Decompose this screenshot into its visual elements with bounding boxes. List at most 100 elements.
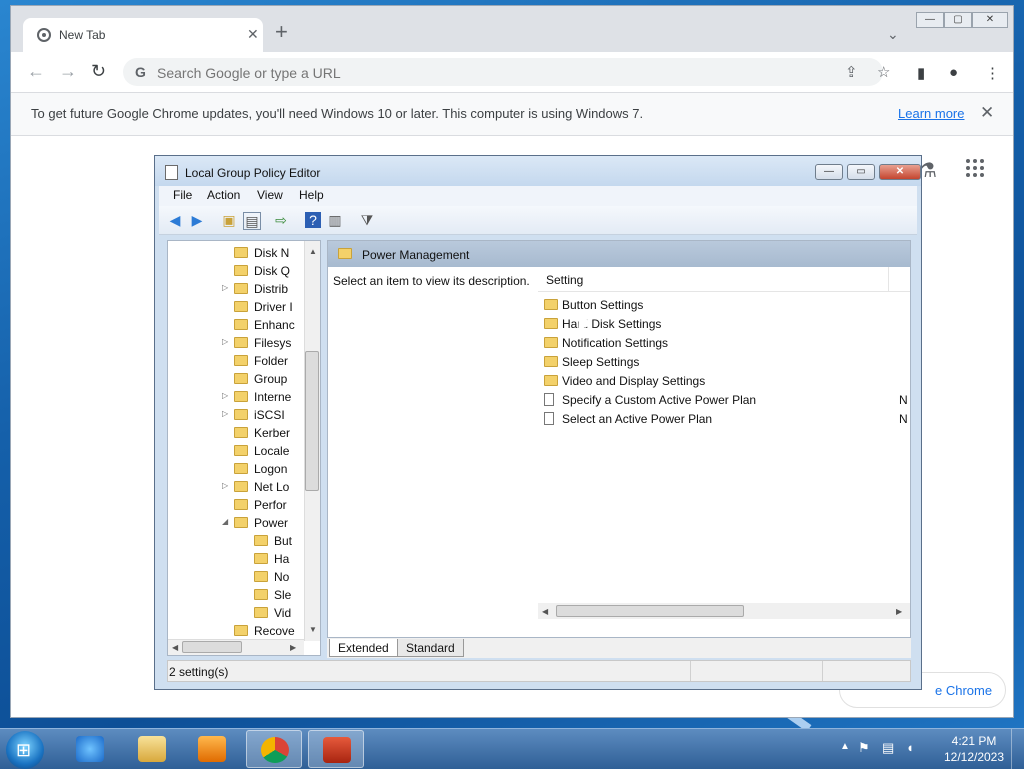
tab-search-chevron-icon[interactable]: ⌄ xyxy=(887,26,899,43)
tree-scroll-down-icon[interactable]: ▼ xyxy=(309,625,317,634)
forward-arrow-icon[interactable]: → xyxy=(59,61,77,82)
side-panel-icon[interactable]: ▮ xyxy=(917,64,925,82)
folder-icon xyxy=(234,427,248,438)
gpe-app-icon xyxy=(165,165,178,180)
share-icon[interactable]: ⇪ xyxy=(845,63,858,81)
setting-row[interactable]: Video and Display Settings xyxy=(538,371,910,390)
back-icon[interactable]: ◀ xyxy=(167,212,183,228)
setting-row[interactable]: Notification Settings xyxy=(538,333,910,352)
gpe-close-button[interactable]: ✕ xyxy=(879,164,921,180)
export-list-icon[interactable]: ⇨ xyxy=(273,212,289,228)
detail-header-title: Power Management xyxy=(362,248,470,262)
tree-node-label: No xyxy=(274,570,290,584)
learn-more-link[interactable]: Learn more xyxy=(898,106,964,121)
gpe-titlebar[interactable]: Local Group Policy Editor — ▭ ✕ xyxy=(155,156,921,186)
file-explorer-icon xyxy=(138,736,166,762)
view-tabs: Extended Standard xyxy=(327,638,911,658)
expand-arrow-icon[interactable]: ◢ xyxy=(222,517,228,526)
restore-button[interactable]: ▢ xyxy=(944,12,972,28)
infobar-close-icon[interactable]: ✕ xyxy=(980,103,994,123)
tree-scroll-right-icon[interactable]: ▶ xyxy=(290,643,296,652)
taskbar-chrome[interactable] xyxy=(246,730,302,768)
tab-new-tab[interactable]: New Tab ✕ xyxy=(23,18,263,52)
setting-row[interactable]: Hard Disk Settings xyxy=(538,314,910,333)
start-button[interactable]: ⊞ xyxy=(6,731,44,769)
minimize-button[interactable]: — xyxy=(916,12,944,28)
expand-arrow-icon[interactable]: ▷ xyxy=(222,337,228,346)
profile-avatar-icon[interactable]: ● xyxy=(949,64,958,81)
folder-icon xyxy=(234,391,248,402)
taskbar-explorer[interactable] xyxy=(124,730,180,768)
kebab-menu-icon[interactable]: ⋮ xyxy=(985,64,1000,82)
taskbar-group-policy-editor[interactable] xyxy=(308,730,364,768)
google-apps-icon[interactable] xyxy=(966,159,984,177)
expand-arrow-icon[interactable]: ▷ xyxy=(222,481,228,490)
setting-state: N xyxy=(899,412,908,426)
expand-arrow-icon[interactable]: ▷ xyxy=(222,391,228,400)
properties-icon[interactable]: ▥ xyxy=(327,212,343,228)
list-scroll-left-icon[interactable]: ◀ xyxy=(542,607,548,616)
close-window-button[interactable]: ✕ xyxy=(972,12,1008,28)
forward-icon[interactable]: ▶ xyxy=(189,212,205,228)
setting-label: Select an Active Power Plan xyxy=(562,412,713,426)
show-desktop-button[interactable] xyxy=(1011,729,1024,769)
media-player-icon xyxy=(198,736,226,762)
folder-icon xyxy=(234,373,248,384)
action-center-flag-icon[interactable]: ⚑ xyxy=(858,740,874,756)
taskbar-media-player[interactable] xyxy=(184,730,240,768)
setting-row[interactable]: Sleep Settings xyxy=(538,352,910,371)
gpe-maximize-button[interactable]: ▭ xyxy=(847,164,875,180)
new-tab-button[interactable]: + xyxy=(275,21,288,43)
expand-arrow-icon[interactable]: ▷ xyxy=(222,409,228,418)
tab-extended[interactable]: Extended xyxy=(329,639,398,657)
list-horizontal-scroll-thumb[interactable] xyxy=(556,605,744,617)
tree-vertical-scroll-thumb[interactable] xyxy=(305,351,319,491)
menu-file[interactable]: File xyxy=(173,188,192,202)
show-hide-tree-icon[interactable]: ▤ xyxy=(243,212,261,230)
tree-node-label: Folder xyxy=(254,354,289,368)
taskbar-internet-explorer[interactable] xyxy=(62,730,118,768)
filter-icon[interactable]: ⧩ xyxy=(359,212,375,228)
help-icon[interactable]: ? xyxy=(305,212,321,228)
tree-scroll-left-icon[interactable]: ◀ xyxy=(172,643,178,652)
menu-action[interactable]: Action xyxy=(207,188,240,202)
omnibox-input[interactable] xyxy=(155,62,719,84)
detail-pane: Power Management Select an item to view … xyxy=(327,240,911,638)
tab-standard[interactable]: Standard xyxy=(397,639,464,657)
group-policy-editor-window: Local Group Policy Editor — ▭ ✕ File Act… xyxy=(154,155,922,690)
reload-icon[interactable]: ↻ xyxy=(91,61,106,82)
tree-scroll-up-icon[interactable]: ▲ xyxy=(309,247,317,256)
column-separator[interactable] xyxy=(888,267,889,291)
setting-row[interactable]: Specify a Custom Active Power Plan N xyxy=(538,390,910,409)
taskbar: ⊞ ▲ ⚑ ▤ ◖ 4:21 PM 12/12/2023 xyxy=(0,728,1024,769)
menu-view[interactable]: View xyxy=(257,188,283,202)
infobar-message: To get future Google Chrome updates, you… xyxy=(31,106,644,121)
list-scroll-right-icon[interactable]: ▶ xyxy=(896,607,902,616)
gpe-minimize-button[interactable]: — xyxy=(815,164,843,180)
group-policy-editor-icon xyxy=(323,737,351,763)
back-arrow-icon[interactable]: ← xyxy=(27,61,45,82)
column-header-setting[interactable]: Setting xyxy=(538,267,910,292)
status-text: 2 setting(s) xyxy=(169,665,229,679)
volume-muted-icon[interactable]: ◖ xyxy=(906,740,922,756)
omnibox[interactable]: G ⇪ ☆ xyxy=(123,58,890,86)
internet-explorer-icon xyxy=(76,736,104,762)
tree-node-label: Kerber xyxy=(254,426,291,440)
setting-row[interactable]: Button Settings xyxy=(538,295,910,314)
folder-icon xyxy=(234,481,248,492)
folder-icon xyxy=(234,265,248,276)
clock[interactable]: 4:21 PM 12/12/2023 xyxy=(934,733,1014,765)
expand-arrow-icon[interactable]: ▷ xyxy=(222,283,228,292)
menu-help[interactable]: Help xyxy=(299,188,324,202)
setting-row[interactable]: Select an Active Power Plan N xyxy=(538,409,910,428)
folder-icon xyxy=(234,445,248,456)
tab-close-icon[interactable]: ✕ xyxy=(247,26,259,43)
setting-label: Button Settings xyxy=(562,298,644,312)
bookmark-star-icon[interactable]: ☆ xyxy=(877,63,890,81)
up-folder-icon[interactable]: ▣ xyxy=(221,212,237,228)
network-icon[interactable]: ▤ xyxy=(882,740,898,756)
show-hidden-icons-icon[interactable]: ▲ xyxy=(840,741,850,752)
folder-icon xyxy=(234,409,248,420)
tree-horizontal-scroll-thumb[interactable] xyxy=(182,641,242,653)
tree-node-label: Distrib xyxy=(254,282,289,296)
